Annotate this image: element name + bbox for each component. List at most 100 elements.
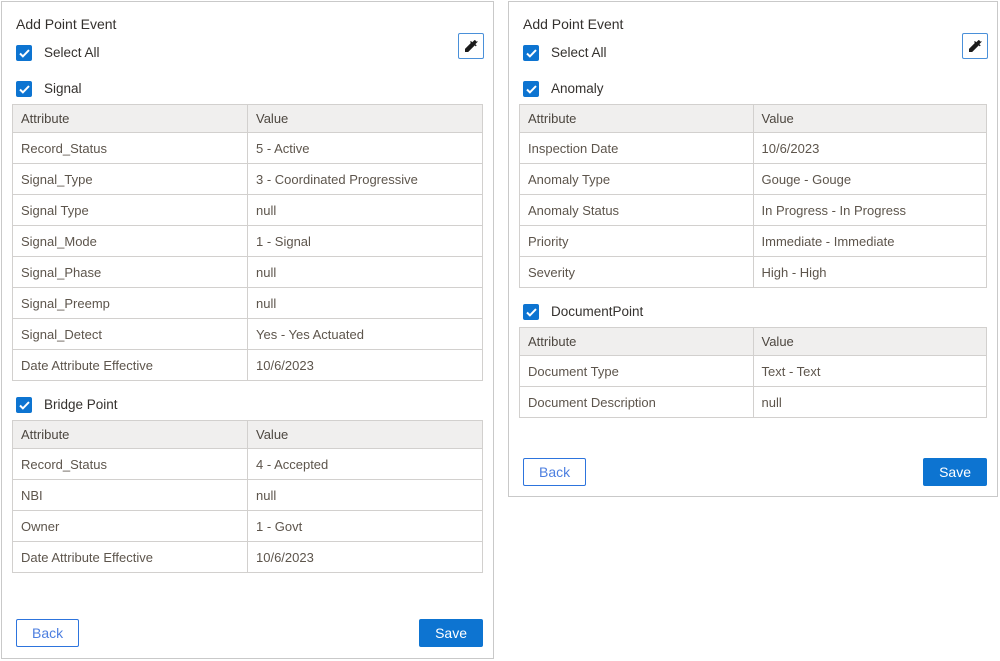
attribute-cell: Signal_Mode [13, 226, 248, 257]
table-row: Owner1 - Govt [13, 511, 483, 542]
table-header-row: Attribute Value [13, 421, 483, 449]
value-cell: In Progress - In Progress [753, 195, 987, 226]
value-cell: null [248, 480, 483, 511]
value-cell: null [248, 257, 483, 288]
attribute-cell: Inspection Date [520, 133, 754, 164]
eyedropper-button[interactable] [962, 33, 988, 59]
table-row: SeverityHigh - High [520, 257, 987, 288]
value-cell: 5 - Active [248, 133, 483, 164]
eyedropper-button[interactable] [458, 33, 484, 59]
attribute-cell: Document Type [520, 356, 754, 387]
value-cell: 10/6/2023 [753, 133, 987, 164]
checkbox-checked-icon[interactable] [16, 45, 32, 61]
value-cell: 10/6/2023 [248, 350, 483, 381]
page-title: Add Point Event [523, 15, 987, 33]
group-label: Anomaly [551, 80, 604, 98]
value-cell: Gouge - Gouge [753, 164, 987, 195]
table-header-row: Attribute Value [13, 105, 483, 133]
table-row: PriorityImmediate - Immediate [520, 226, 987, 257]
eyedropper-icon [967, 38, 983, 54]
attribute-cell: Signal Type [13, 195, 248, 226]
value-cell: 10/6/2023 [248, 542, 483, 573]
column-header-attribute: Attribute [520, 105, 754, 133]
table-row: Document Descriptionnull [520, 387, 987, 418]
column-header-attribute: Attribute [13, 105, 248, 133]
table-row: Document TypeText - Text [520, 356, 987, 387]
select-all-checkbox[interactable]: Select All [523, 44, 987, 62]
value-cell: 1 - Govt [248, 511, 483, 542]
checkbox-checked-icon[interactable] [16, 397, 32, 413]
value-cell: null [753, 387, 987, 418]
documentpoint-checkbox[interactable]: DocumentPoint [523, 303, 987, 321]
footer-button-row: Back Save [523, 458, 987, 486]
bridge-point-attribute-table: Attribute Value Record_Status4 - Accepte… [12, 420, 483, 573]
table-row: Date Attribute Effective10/6/2023 [13, 350, 483, 381]
bridge-point-checkbox[interactable]: Bridge Point [16, 396, 483, 414]
column-header-value: Value [248, 105, 483, 133]
attribute-cell: Date Attribute Effective [13, 350, 248, 381]
signal-checkbox[interactable]: Signal [16, 80, 483, 98]
attribute-cell: Owner [13, 511, 248, 542]
attribute-cell: Record_Status [13, 133, 248, 164]
save-button[interactable]: Save [419, 619, 483, 647]
back-button[interactable]: Back [16, 619, 79, 647]
table-row: NBInull [13, 480, 483, 511]
documentpoint-attribute-table: Attribute Value Document TypeText - Text… [519, 327, 987, 418]
column-header-value: Value [753, 328, 987, 356]
table-row: Anomaly TypeGouge - Gouge [520, 164, 987, 195]
add-point-event-panel: Add Point Event Select All Signal Attrib… [1, 1, 494, 659]
value-cell: Yes - Yes Actuated [248, 319, 483, 350]
value-cell: Immediate - Immediate [753, 226, 987, 257]
page-title: Add Point Event [16, 15, 483, 33]
eyedropper-icon [463, 38, 479, 54]
table-row: Record_Status4 - Accepted [13, 449, 483, 480]
attribute-cell: NBI [13, 480, 248, 511]
value-cell: Text - Text [753, 356, 987, 387]
add-point-event-panel: Add Point Event Select All Anomaly Attri… [508, 1, 998, 497]
value-cell: 4 - Accepted [248, 449, 483, 480]
table-header-row: Attribute Value [520, 105, 987, 133]
anomaly-checkbox[interactable]: Anomaly [523, 80, 987, 98]
attribute-cell: Priority [520, 226, 754, 257]
checkbox-checked-icon[interactable] [523, 304, 539, 320]
anomaly-attribute-table: Attribute Value Inspection Date10/6/2023… [519, 104, 987, 288]
checkbox-checked-icon[interactable] [16, 81, 32, 97]
column-header-attribute: Attribute [13, 421, 248, 449]
checkbox-checked-icon[interactable] [523, 81, 539, 97]
attribute-cell: Signal_Preemp [13, 288, 248, 319]
value-cell: 3 - Coordinated Progressive [248, 164, 483, 195]
value-cell: null [248, 288, 483, 319]
attribute-cell: Anomaly Status [520, 195, 754, 226]
table-row: Signal_Phasenull [13, 257, 483, 288]
value-cell: 1 - Signal [248, 226, 483, 257]
table-row: Signal Typenull [13, 195, 483, 226]
back-button[interactable]: Back [523, 458, 586, 486]
table-row: Inspection Date10/6/2023 [520, 133, 987, 164]
attribute-cell: Date Attribute Effective [13, 542, 248, 573]
table-row: Signal_Type3 - Coordinated Progressive [13, 164, 483, 195]
value-cell: null [248, 195, 483, 226]
select-all-label: Select All [44, 44, 100, 62]
save-button[interactable]: Save [923, 458, 987, 486]
select-all-checkbox[interactable]: Select All [16, 44, 483, 62]
table-row: Signal_Preempnull [13, 288, 483, 319]
attribute-cell: Signal_Detect [13, 319, 248, 350]
checkbox-checked-icon[interactable] [523, 45, 539, 61]
group-label: DocumentPoint [551, 303, 643, 321]
table-row: Record_Status5 - Active [13, 133, 483, 164]
attribute-cell: Signal_Type [13, 164, 248, 195]
attribute-cell: Anomaly Type [520, 164, 754, 195]
signal-attribute-table: Attribute Value Record_Status5 - Active … [12, 104, 483, 381]
table-row: Signal_Mode1 - Signal [13, 226, 483, 257]
attribute-cell: Record_Status [13, 449, 248, 480]
table-header-row: Attribute Value [520, 328, 987, 356]
attribute-cell: Severity [520, 257, 754, 288]
table-row: Date Attribute Effective10/6/2023 [13, 542, 483, 573]
attribute-cell: Document Description [520, 387, 754, 418]
column-header-value: Value [753, 105, 987, 133]
group-label: Signal [44, 80, 82, 98]
group-label: Bridge Point [44, 396, 118, 414]
table-row: Signal_DetectYes - Yes Actuated [13, 319, 483, 350]
attribute-cell: Signal_Phase [13, 257, 248, 288]
footer-button-row: Back Save [16, 619, 483, 647]
